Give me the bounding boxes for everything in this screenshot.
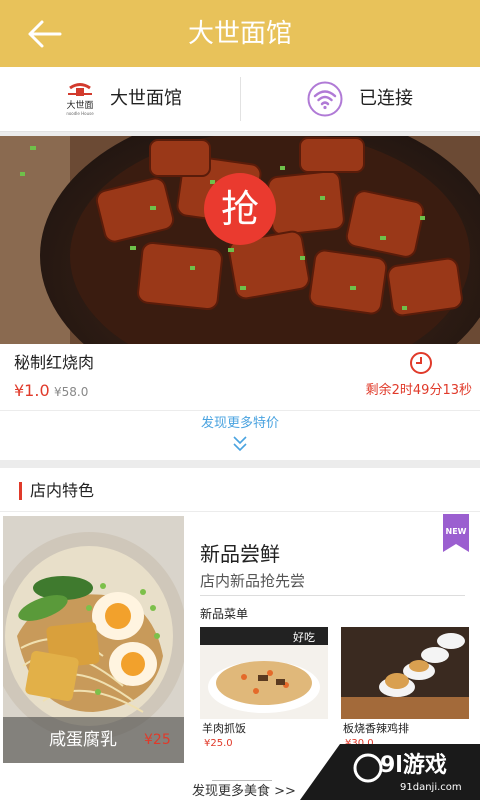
new-menu-label: 新品菜单 xyxy=(200,607,249,621)
pilaf-image: 好吃 xyxy=(200,627,328,719)
svg-text:noodle House: noodle House xyxy=(66,111,94,116)
svg-text:NEW: NEW xyxy=(446,527,467,536)
new-dish-name: 板烧香辣鸡排 xyxy=(343,722,409,735)
watermark-url: 91danji.com xyxy=(400,782,462,793)
svg-text:大世面: 大世面 xyxy=(66,99,93,111)
shop-info[interactable]: 大世面 noodle House 大世面馆 xyxy=(0,67,240,131)
deal-original-price: ¥58.0 xyxy=(54,385,89,399)
new-dish-card-2[interactable]: 板烧香辣鸡排 ¥30.0 xyxy=(341,627,469,751)
clock-icon xyxy=(410,352,432,374)
shop-name: 大世面馆 xyxy=(110,88,182,109)
top-bar: 大世面馆 xyxy=(0,0,480,67)
wifi-status[interactable]: 已连接 xyxy=(241,67,480,131)
wifi-status-label: 已连接 xyxy=(359,88,413,109)
featured-dish-name: 咸蛋腐乳 xyxy=(49,730,117,750)
svg-text:好吃: 好吃 xyxy=(293,630,315,644)
new-dish-name: 羊肉抓饭 xyxy=(202,722,246,735)
watermark-text: 9l游戏 xyxy=(380,753,447,778)
section-title: 店内特色 xyxy=(30,481,95,500)
info-bar: 大世面 noodle House 大世面馆 已连接 xyxy=(0,67,480,132)
grab-deal-button[interactable]: 抢 xyxy=(204,173,276,245)
chicken-steak-image xyxy=(341,627,469,719)
deal-dish-name: 秘制红烧肉 xyxy=(14,353,95,372)
new-dish-card-1[interactable]: 好吃 羊肉抓饭 ¥25.0 xyxy=(200,627,328,751)
deal-price: ¥1.0 xyxy=(14,381,50,400)
chevron-down-icon[interactable] xyxy=(232,435,248,453)
divider xyxy=(212,780,272,781)
countdown-timer: 剩余2时49分13秒 xyxy=(365,383,472,398)
divider xyxy=(200,595,465,596)
new-items-subtitle: 店内新品抢先尝 xyxy=(200,572,306,590)
section-marker xyxy=(19,482,22,500)
featured-dish-price: ¥25 xyxy=(144,732,171,748)
wifi-icon xyxy=(307,81,343,117)
new-items-title: 新品尝鲜 xyxy=(200,542,280,566)
more-deals-link[interactable]: 发现更多特价 xyxy=(0,415,480,433)
shop-logo: 大世面 noodle House xyxy=(66,83,94,116)
featured-dish-card[interactable]: 咸蛋腐乳 ¥25 xyxy=(3,516,184,763)
divider xyxy=(0,410,480,411)
new-badge: NEW xyxy=(443,514,469,552)
new-dish-price: ¥25.0 xyxy=(204,738,233,749)
more-food-link[interactable]: 发现更多美食 >> xyxy=(192,784,296,800)
divider xyxy=(0,511,480,512)
page-title: 大世面馆 xyxy=(187,19,292,49)
